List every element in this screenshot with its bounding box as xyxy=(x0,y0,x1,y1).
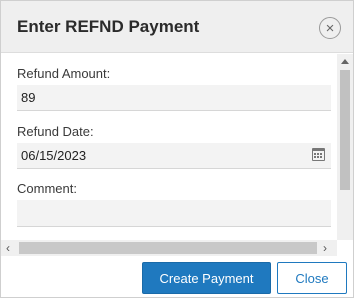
refund-payment-dialog: Enter REFND Payment × Refund Amount: 89 … xyxy=(0,0,354,298)
horizontal-scrollbar[interactable]: ‹ › xyxy=(1,240,337,256)
refund-amount-label: Refund Amount: xyxy=(17,66,111,81)
calendar-icon[interactable] xyxy=(312,148,325,161)
comment-label: Comment: xyxy=(17,181,77,196)
scroll-left-arrow-icon[interactable]: ‹ xyxy=(6,241,10,255)
refund-date-input[interactable]: 06/15/2023 xyxy=(17,143,331,169)
vertical-scroll-thumb[interactable] xyxy=(340,70,350,190)
comment-input[interactable] xyxy=(17,200,331,227)
refund-date-label: Refund Date: xyxy=(17,124,94,139)
dialog-footer: Create Payment Close xyxy=(1,256,353,298)
vertical-scrollbar[interactable] xyxy=(337,54,353,240)
scroll-right-arrow-icon[interactable]: › xyxy=(323,241,327,255)
create-payment-button[interactable]: Create Payment xyxy=(142,262,271,294)
scroll-up-arrow-icon[interactable] xyxy=(341,59,349,64)
refund-amount-input[interactable]: 89 xyxy=(17,85,331,111)
close-button[interactable]: Close xyxy=(277,262,347,294)
dialog-body: Refund Amount: 89 Refund Date: 06/15/202… xyxy=(1,54,353,240)
close-icon[interactable]: × xyxy=(319,17,341,39)
dialog-header: Enter REFND Payment × xyxy=(1,1,353,53)
refund-date-value: 06/15/2023 xyxy=(21,148,87,163)
horizontal-scroll-thumb[interactable] xyxy=(19,242,317,254)
dialog-title: Enter REFND Payment xyxy=(17,17,200,36)
